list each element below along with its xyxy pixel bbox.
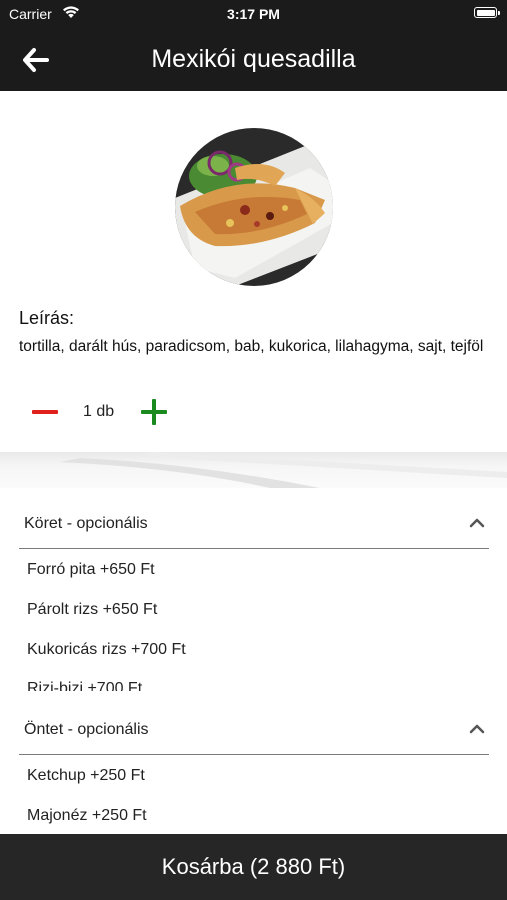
option-item[interactable]: Majonéz +250 Ft	[27, 807, 147, 825]
nav-bar: Mexikói quesadilla	[0, 28, 507, 91]
page-title: Mexikói quesadilla	[151, 45, 356, 73]
koret-options-list: Forró pita +650 Ft Párolt rizs +650 Ft K…	[0, 550, 507, 691]
section-title: Köret - opcionális	[24, 515, 148, 532]
section-header-ontet[interactable]: Öntet - opcionális	[19, 699, 489, 755]
option-item[interactable]: Ketchup +250 Ft	[27, 767, 145, 785]
divider-band	[0, 452, 507, 488]
product-image	[175, 128, 333, 286]
chevron-up-icon	[469, 518, 485, 528]
section-header-koret[interactable]: Köret - opcionális	[19, 493, 489, 549]
quantity-value: 1 db	[83, 403, 115, 420]
chevron-up-icon	[469, 724, 485, 734]
option-item[interactable]: Rizi-bizi +700 Ft	[27, 680, 142, 691]
clock: 3:17 PM	[227, 6, 280, 22]
battery-icon	[474, 7, 500, 18]
option-item[interactable]: Forró pita +650 Ft	[27, 561, 155, 579]
status-bar: Carrier 3:17 PM	[0, 0, 507, 28]
plus-icon	[141, 399, 167, 425]
description-label: Leírás:	[19, 308, 75, 328]
description-text: tortilla, darált hús, paradicsom, bab, k…	[19, 338, 484, 355]
decrease-quantity-button[interactable]	[31, 400, 59, 424]
add-to-cart-button[interactable]: Kosárba (2 880 Ft)	[0, 834, 507, 900]
option-item[interactable]: Párolt rizs +650 Ft	[27, 601, 157, 619]
increase-quantity-button[interactable]	[141, 399, 167, 425]
section-title: Öntet - opcionális	[24, 721, 149, 738]
option-item[interactable]: Kukoricás rizs +700 Ft	[27, 641, 186, 659]
minus-icon	[32, 410, 58, 414]
add-to-cart-label: Kosárba (2 880 Ft)	[161, 854, 346, 879]
